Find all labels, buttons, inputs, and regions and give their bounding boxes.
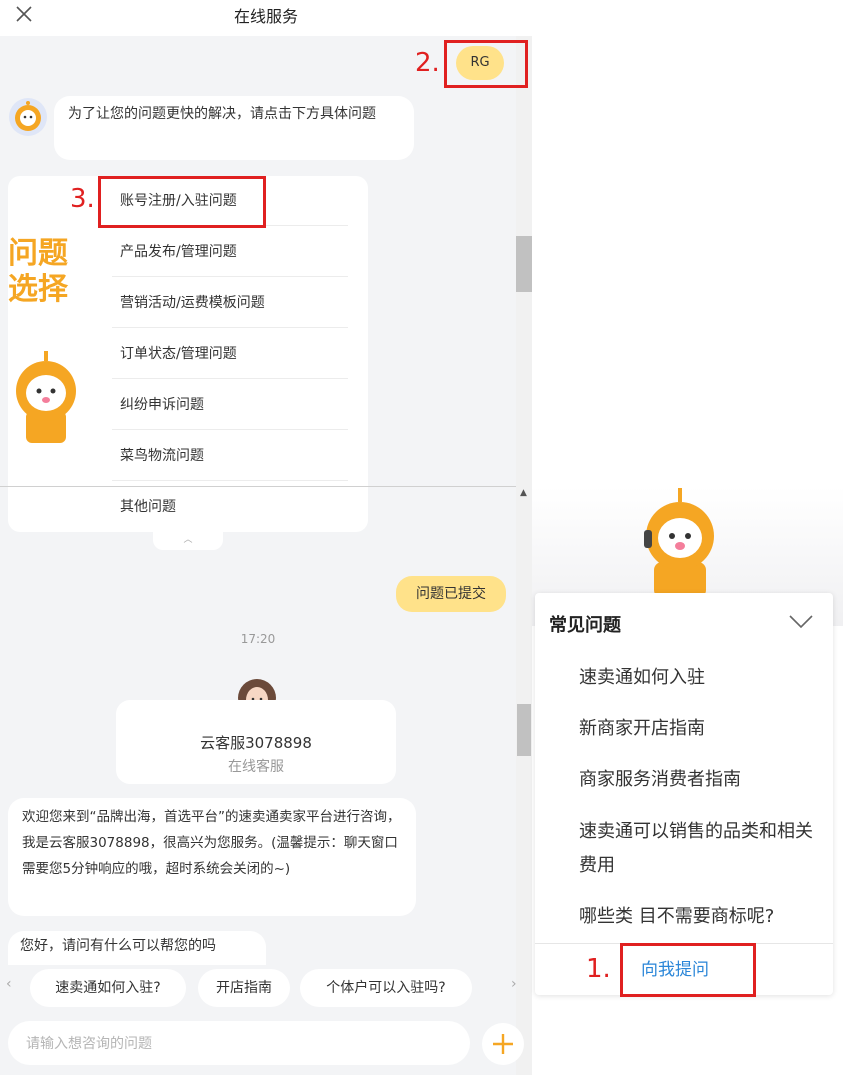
input-placeholder: 请输入想咨询的问题 — [26, 1036, 152, 1052]
faq-item-consumer-guide[interactable]: 商家服务消费者指南 — [579, 763, 819, 797]
quick-chip-store-guide[interactable]: 开店指南 — [198, 969, 290, 1007]
page-title: 在线服务 — [233, 7, 298, 26]
faq-item-categories-fees[interactable]: 速卖通可以销售的品类和相关费用 — [579, 815, 819, 883]
menu-item-other[interactable]: 其他问题 — [112, 482, 348, 532]
timestamp: 17:20 — [240, 632, 276, 646]
problem-select-line-2: 选择 — [8, 272, 68, 307]
message-input[interactable]: 请输入想咨询的问题 — [8, 1021, 470, 1065]
scrollbar-thumb-lower[interactable] — [517, 704, 531, 756]
faq-item-no-trademark[interactable]: 哪些类 目不需要商标呢? — [579, 900, 819, 934]
menu-item-cainiao-logistics[interactable]: 菜鸟物流问题 — [112, 431, 348, 481]
agent-status: 在线客服 — [228, 759, 284, 775]
scroll-up-arrow-icon[interactable]: ▲ — [520, 488, 527, 498]
scrollbar-thumb[interactable] — [516, 236, 532, 292]
robot-mascot-icon — [16, 351, 76, 443]
plus-icon — [493, 1034, 513, 1054]
agent-name: 云客服3078898 — [200, 734, 312, 752]
problem-menu-card: 问题 选择 账号注册/入驻问题 产品发布/管理问题 营销活动/运费模板问题 订单… — [8, 176, 368, 532]
chat-header: 在线服务 — [0, 0, 532, 37]
bot-avatar-icon — [9, 98, 47, 136]
annotation-box-3 — [98, 176, 266, 228]
divider — [0, 486, 516, 487]
faq-title: 常见问题 — [549, 615, 621, 636]
annotation-1: 1. — [586, 954, 611, 984]
user-message: 问题已提交 — [396, 576, 506, 612]
chevron-left-icon[interactable]: ‹ — [6, 976, 12, 992]
quick-chip-individual-join[interactable]: 个体户可以入驻吗? — [300, 969, 472, 1007]
bot-message: 为了让您的问题更快的解决，请点击下方具体问题 — [54, 96, 414, 160]
chevron-right-icon[interactable]: › — [511, 976, 517, 992]
collapse-chevron-up-icon[interactable]: ︿ — [153, 532, 223, 550]
problem-select-title: 问题 选择 — [8, 236, 68, 308]
menu-item-order-status[interactable]: 订单状态/管理问题 — [112, 329, 348, 379]
annotation-box-1 — [620, 943, 756, 997]
quick-chip-how-to-join[interactable]: 速卖通如何入驻? — [30, 969, 186, 1007]
faq-robot-mascot-icon — [644, 488, 714, 598]
greeting-message: 您好，请问有什么可以帮您的吗 — [8, 931, 266, 965]
menu-item-marketing[interactable]: 营销活动/运费模板问题 — [112, 278, 348, 328]
faq-item-how-to-join[interactable]: 速卖通如何入驻 — [579, 661, 819, 695]
agent-card: 云客服3078898 在线客服 — [116, 700, 396, 784]
annotation-3: 3. — [70, 184, 95, 214]
user-avatar: RG — [456, 46, 504, 80]
add-button[interactable] — [482, 1023, 524, 1065]
welcome-message: 欢迎您来到“品牌出海，首选平台”的速卖通卖家平台进行咨询，我是云客服307889… — [8, 798, 416, 916]
menu-item-product-publish[interactable]: 产品发布/管理问题 — [112, 227, 348, 277]
problem-select-line-1: 问题 — [8, 236, 68, 271]
chevron-down-icon[interactable] — [789, 615, 813, 629]
scrollbar[interactable]: ▲ — [516, 36, 532, 1075]
faq-card: 常见问题 速卖通如何入驻 新商家开店指南 商家服务消费者指南 速卖通可以销售的品… — [535, 593, 833, 995]
faq-item-new-merchant-guide[interactable]: 新商家开店指南 — [579, 712, 819, 746]
menu-item-dispute[interactable]: 纠纷申诉问题 — [112, 380, 348, 430]
annotation-2: 2. — [415, 48, 440, 78]
